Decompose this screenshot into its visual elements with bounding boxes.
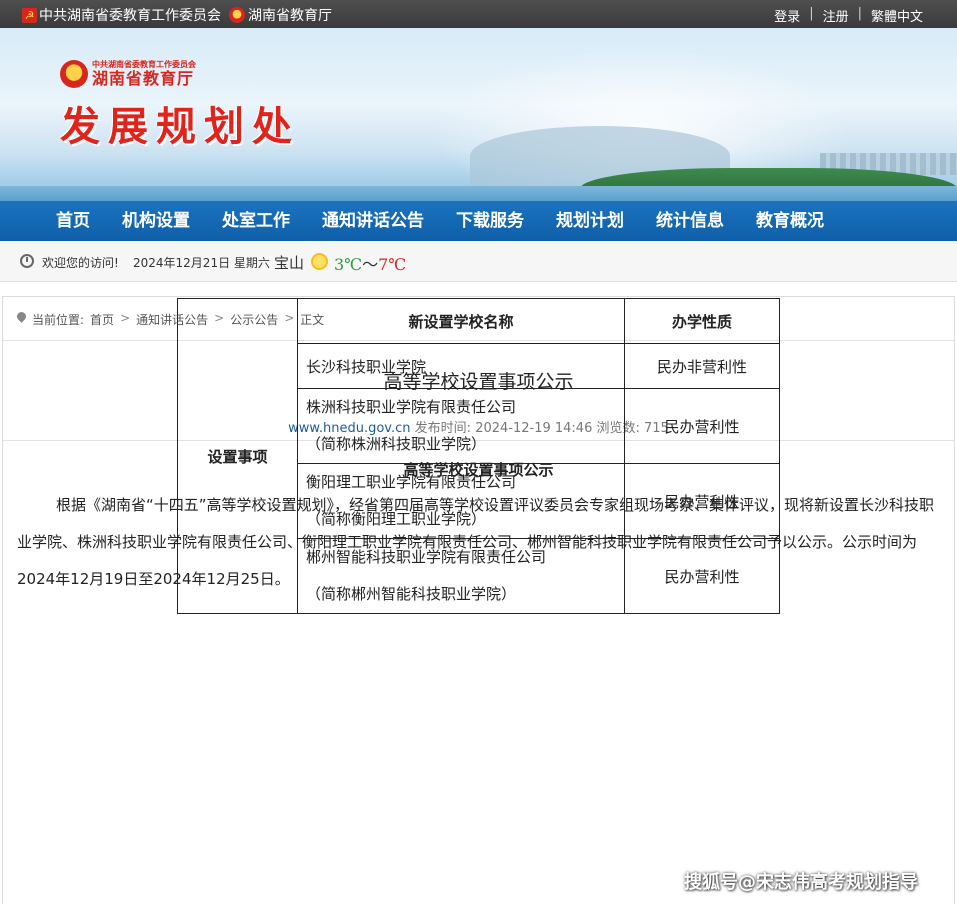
sunny-weather-icon: [311, 253, 328, 270]
breadcrumb-arrow: >: [120, 311, 131, 325]
school-short-name: （简称衡阳理工职业学院）: [306, 510, 487, 528]
site-logo[interactable]: 中共湖南省委教育工作委员会 湖南省教育厅: [60, 60, 196, 88]
welcome-bar: 欢迎您的访问! 2024年12月21日 星期六 宝山 3℃～7℃: [0, 241, 957, 282]
temp-high: 7℃: [378, 255, 407, 274]
schools-table: 设置事项 新设置学校名称 办学性质 长沙科技职业学院 民办非营利性 株洲科技职业…: [177, 298, 780, 614]
breadcrumb-home[interactable]: 首页: [90, 311, 114, 328]
header-nature: 办学性质: [624, 298, 780, 344]
nav-item-planning[interactable]: 规划计划: [540, 201, 640, 241]
school-nature: 民办营利性: [624, 538, 780, 614]
clock-icon: [20, 254, 34, 268]
login-link[interactable]: 登录: [774, 6, 800, 25]
register-link[interactable]: 注册: [823, 6, 849, 25]
gov-org-link[interactable]: 湖南省教育厅: [248, 5, 332, 25]
separator: |: [809, 6, 814, 21]
current-date: 2024年12月21日 星期六: [133, 256, 270, 270]
nav-item-downloads[interactable]: 下载服务: [440, 201, 540, 241]
weather-city: 宝山: [274, 254, 305, 272]
school-nature: 民办营利性: [624, 463, 780, 539]
nav-item-office-work[interactable]: 处室工作: [206, 201, 306, 241]
nav-item-notices[interactable]: 通知讲话公告: [306, 201, 440, 241]
location-pin-icon: [15, 310, 28, 323]
school-name-cell: 衡阳理工职业学院有限责任公司 （简称衡阳理工职业学院）: [297, 463, 625, 539]
department-title: 发展规划处: [60, 103, 300, 150]
header-banner: 中共湖南省委教育工作委员会 湖南省教育厅 发展规划处: [0, 28, 957, 201]
breadcrumb-label: 当前位置:: [32, 313, 85, 327]
main-nav: 首页 机构设置 处室工作 通知讲话公告 下载服务 规划计划 统计信息 教育概况: [0, 201, 957, 241]
temp-low: 3℃: [334, 255, 363, 274]
org-links: ☭ 中共湖南省委教育工作委员会 湖南省教育厅: [22, 5, 332, 25]
header-school-name: 新设置学校名称: [297, 298, 625, 344]
school-name-cell: 郴州智能科技职业学院有限责任公司 （简称郴州智能科技职业学院）: [297, 538, 625, 614]
school-name: 郴州智能科技职业学院有限责任公司: [306, 548, 547, 566]
school-nature: 民办营利性: [624, 388, 780, 464]
school-name: 衡阳理工职业学院有限责任公司: [306, 473, 517, 491]
school-name-cell: 株洲科技职业学院有限责任公司 （简称株洲科技职业学院）: [297, 388, 625, 464]
school-nature: 民办非营利性: [624, 343, 780, 389]
weather-temperature: 3℃～7℃: [334, 251, 406, 275]
school-short-name: （简称株洲科技职业学院）: [306, 435, 487, 453]
nav-item-organization[interactable]: 机构设置: [106, 201, 206, 241]
national-emblem-icon: [229, 7, 245, 23]
logo-org-big: 湖南省教育厅: [92, 69, 195, 88]
national-emblem-icon: [60, 60, 88, 88]
party-org-link[interactable]: 中共湖南省委教育工作委员会: [39, 5, 221, 25]
nav-item-home[interactable]: 首页: [40, 201, 106, 241]
school-name: 株洲科技职业学院有限责任公司: [306, 398, 517, 416]
nav-item-overview[interactable]: 教育概况: [740, 201, 840, 241]
watermark: 搜狐号@宋志伟高考规划指导: [684, 872, 918, 893]
language-switch-link[interactable]: 繁體中文: [871, 6, 923, 25]
school-short-name: （简称郴州智能科技职业学院）: [306, 585, 517, 603]
row-label-cell: 设置事项: [177, 298, 298, 614]
party-emblem-icon: ☭: [22, 7, 37, 23]
account-links: 登录 | 注册 | 繁體中文: [774, 6, 923, 25]
separator: |: [857, 6, 862, 21]
temp-tilde: ～: [362, 255, 379, 274]
school-name: 长沙科技职业学院: [297, 343, 625, 389]
banner-water: [0, 186, 957, 201]
top-bar: ☭ 中共湖南省委教育工作委员会 湖南省教育厅 登录 | 注册 | 繁體中文: [0, 0, 957, 28]
nav-item-statistics[interactable]: 统计信息: [640, 201, 740, 241]
welcome-text: 欢迎您的访问!: [42, 256, 119, 270]
table-header-row: 设置事项 新设置学校名称 办学性质: [177, 298, 780, 614]
